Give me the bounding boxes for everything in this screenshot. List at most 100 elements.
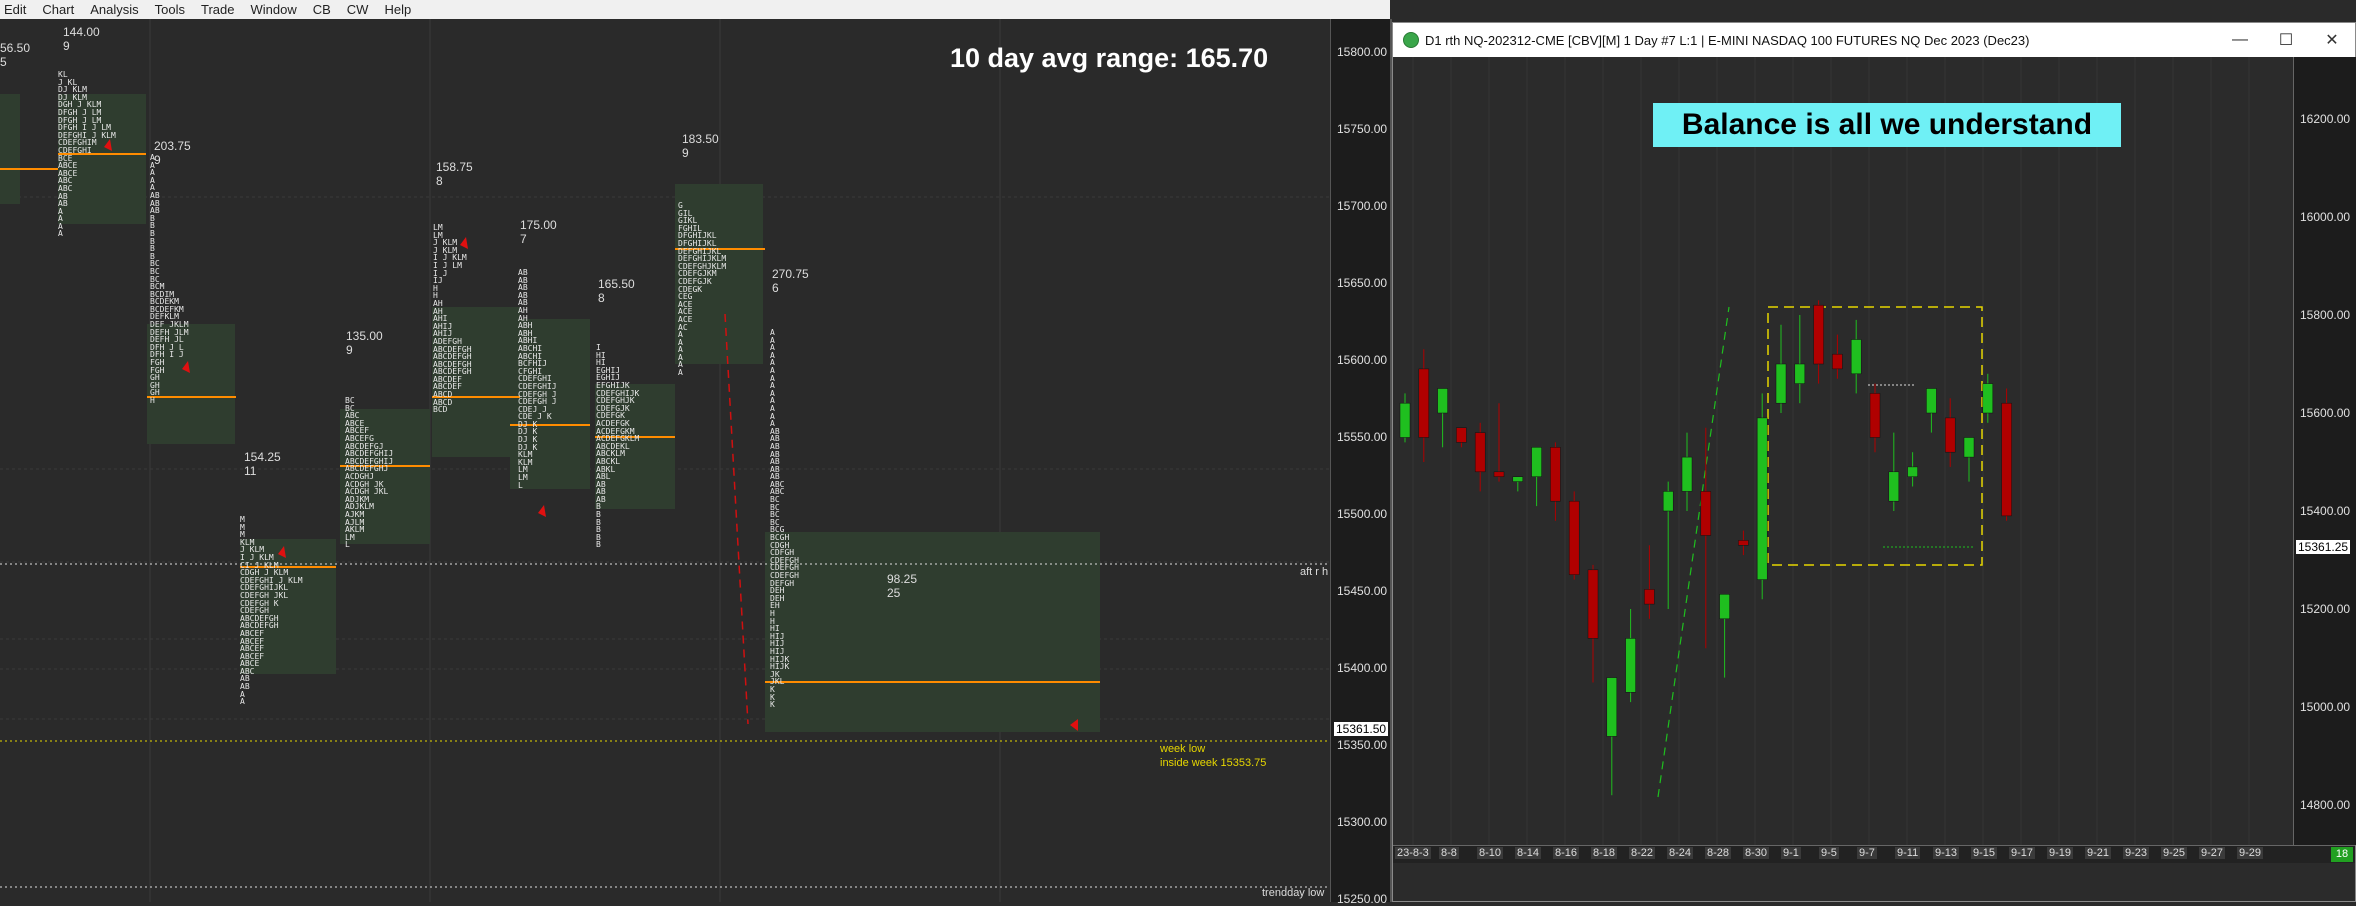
profile-tpo-10: A A A A A A A A A A A A A AB AB AB AB AB… <box>770 328 799 710</box>
date-tick-label: 8-24 <box>1667 847 1694 859</box>
menu-chart[interactable]: Chart <box>34 0 82 19</box>
candle-body <box>1493 471 1505 477</box>
price-tick: 15500.00 <box>1337 507 1388 521</box>
candle-body <box>1644 589 1655 605</box>
date-tick-label: 9-27 <box>2199 847 2226 859</box>
menu-trade[interactable]: Trade <box>193 0 242 19</box>
close-icon[interactable]: ✕ <box>2309 23 2355 57</box>
profile-label-10: 270.75 6 <box>772 267 809 295</box>
right-price-axis[interactable]: 16200.00 16000.00 15800.00 15600.00 1540… <box>2293 57 2356 845</box>
menu-cw[interactable]: CW <box>339 0 377 19</box>
candle-body <box>1888 471 1900 502</box>
profile-tpo-5: BC BC ABC ABCE ABCEF ABCEFG ABCDEFGJ ABC… <box>345 396 394 550</box>
date-tick-label: 9-13 <box>1933 847 1960 859</box>
profile-range: 158.75 <box>436 160 473 174</box>
profile-tpo-9: G GIL GIKL FGHIL DFGHIJKL DFGHIJKL DEFGH… <box>678 201 727 378</box>
profile-range: 144.00 <box>63 25 100 39</box>
candle-body <box>1756 417 1768 580</box>
profile-tpo-3: A A A A A AB AB AB B B B B B B BC BC BC … <box>150 153 189 405</box>
profile-range: 98.25 <box>887 572 918 586</box>
minimize-icon[interactable]: — <box>2217 23 2263 57</box>
candle-body <box>1944 417 1956 453</box>
date-tick-label: 23-8-3 <box>1395 847 1431 859</box>
market-profile-canvas <box>0 19 1330 902</box>
inside-week-label: inside week 15353.75 <box>1160 757 1267 769</box>
candle-body <box>1437 388 1448 414</box>
week-low-label: week low <box>1160 743 1206 755</box>
profile-count: 8 <box>598 291 605 305</box>
candle-body <box>1850 339 1862 375</box>
price-tick: 15800.00 <box>1337 45 1388 59</box>
price-tick: 15250.00 <box>1337 892 1388 906</box>
candle-body <box>1775 363 1787 404</box>
price-tick: 15600.00 <box>1337 353 1388 367</box>
current-price-tag: 15361.50 <box>1334 722 1389 736</box>
profile-tpo-2: KL J KL DJ KLM DJ KLM DGH J KLM DFGH J L… <box>58 70 116 239</box>
date-tick-label: 8-18 <box>1591 847 1618 859</box>
candle-body <box>1832 353 1843 370</box>
menu-window[interactable]: Window <box>242 0 304 19</box>
profile-label-6: 158.75 8 <box>436 160 473 188</box>
menu-cb[interactable]: CB <box>305 0 339 19</box>
date-tick-label: 8-22 <box>1629 847 1656 859</box>
date-tick-label: 9-7 <box>1857 847 1877 859</box>
candlestick-plot[interactable]: Balance is all we understand <box>1393 57 2293 845</box>
date-tick-label: 8-14 <box>1515 847 1542 859</box>
candle-body <box>1531 447 1542 477</box>
menu-edit[interactable]: Edit <box>0 0 34 19</box>
date-tick-label: 9-29 <box>2237 847 2264 859</box>
profile-label-11: 98.25 25 <box>887 572 917 600</box>
date-tick-label: 9-5 <box>1819 847 1839 859</box>
date-tick-label: 8-28 <box>1705 847 1732 859</box>
profile-count: 7 <box>520 232 527 246</box>
profile-tpo-7: AB AB AB AB AB AH AH ABH ABH ABHI ABCHI … <box>518 268 557 490</box>
profile-count: 9 <box>63 39 70 53</box>
daily-chart-window[interactable]: D1 rth NQ-202312-CME [CBV][M] 1 Day #7 L… <box>1392 22 2356 902</box>
maximize-icon[interactable]: ☐ <box>2263 23 2309 57</box>
price-tick: 14800.00 <box>2300 798 2351 812</box>
candle-body <box>1926 388 1937 414</box>
candle-body <box>1512 476 1524 482</box>
window-titlebar[interactable]: D1 rth NQ-202312-CME [CBV][M] 1 Day #7 L… <box>1393 23 2355 57</box>
price-tick: 15750.00 <box>1337 122 1388 136</box>
candle-body <box>1474 432 1486 473</box>
date-axis[interactable]: 18 23-8-3 8-8 8-10 8-14 8-16 8-18 8-22 8-24 8-28… <box>1393 845 2355 864</box>
profile-count: 11 <box>244 464 257 478</box>
profile-count: 25 <box>887 586 901 600</box>
left-price-axis[interactable]: 15800.00 15750.00 15700.00 15650.00 1560… <box>1330 19 1391 906</box>
profile-count: 9 <box>682 146 689 160</box>
profile-count: 5 <box>0 55 7 69</box>
price-tick: 15400.00 <box>1337 661 1388 675</box>
candle-body <box>1719 594 1730 620</box>
date-tick-label: 9-17 <box>2009 847 2036 859</box>
menu-tools[interactable]: Tools <box>147 0 193 19</box>
candle-body <box>1982 383 1994 414</box>
profile-range: 165.50 <box>598 277 635 291</box>
date-tick-label: 9-19 <box>2047 847 2074 859</box>
profile-tpo-8: I HI HI EGHIJ EGHIJ EFGHIJK CDEFGHIJK CD… <box>596 343 640 550</box>
price-tick: 15450.00 <box>1337 584 1388 598</box>
candle-body <box>1738 540 1749 546</box>
window-footer <box>1393 863 2355 901</box>
price-tick: 15000.00 <box>2300 700 2351 714</box>
profile-range: 203.75 <box>154 139 191 153</box>
candle-body <box>1625 638 1636 693</box>
candle-body <box>1681 456 1693 492</box>
candle-body <box>1869 393 1881 438</box>
candle-body <box>1963 437 1975 458</box>
profile-tpo-4: M M M KLM J KLM I J KLM CI J KLM CDGH J … <box>240 515 303 707</box>
profile-count: 6 <box>772 281 779 295</box>
profile-label-8: 165.50 8 <box>598 277 635 305</box>
date-tick-label: 9-23 <box>2123 847 2150 859</box>
aft-rh-label: aft r h <box>1300 566 1329 578</box>
market-profile-chart[interactable]: KL J KL DJ KLM DJ KLM DGH J KLM DFGH J L… <box>0 19 1330 902</box>
menu-help[interactable]: Help <box>376 0 419 19</box>
menu-analysis[interactable]: Analysis <box>82 0 146 19</box>
date-tick-label: 8-16 <box>1553 847 1580 859</box>
profile-tpo-6: LM LM J KLM J KLM I J KLM I J LM I J IJ … <box>433 223 472 415</box>
profile-range: 56.50 <box>0 41 31 55</box>
profile-range: 135.00 <box>346 329 383 343</box>
profile-label-3: 203.75 9 <box>154 139 191 167</box>
price-tick: 15200.00 <box>2300 602 2351 616</box>
current-price-tag: 15361.25 <box>2296 540 2351 554</box>
